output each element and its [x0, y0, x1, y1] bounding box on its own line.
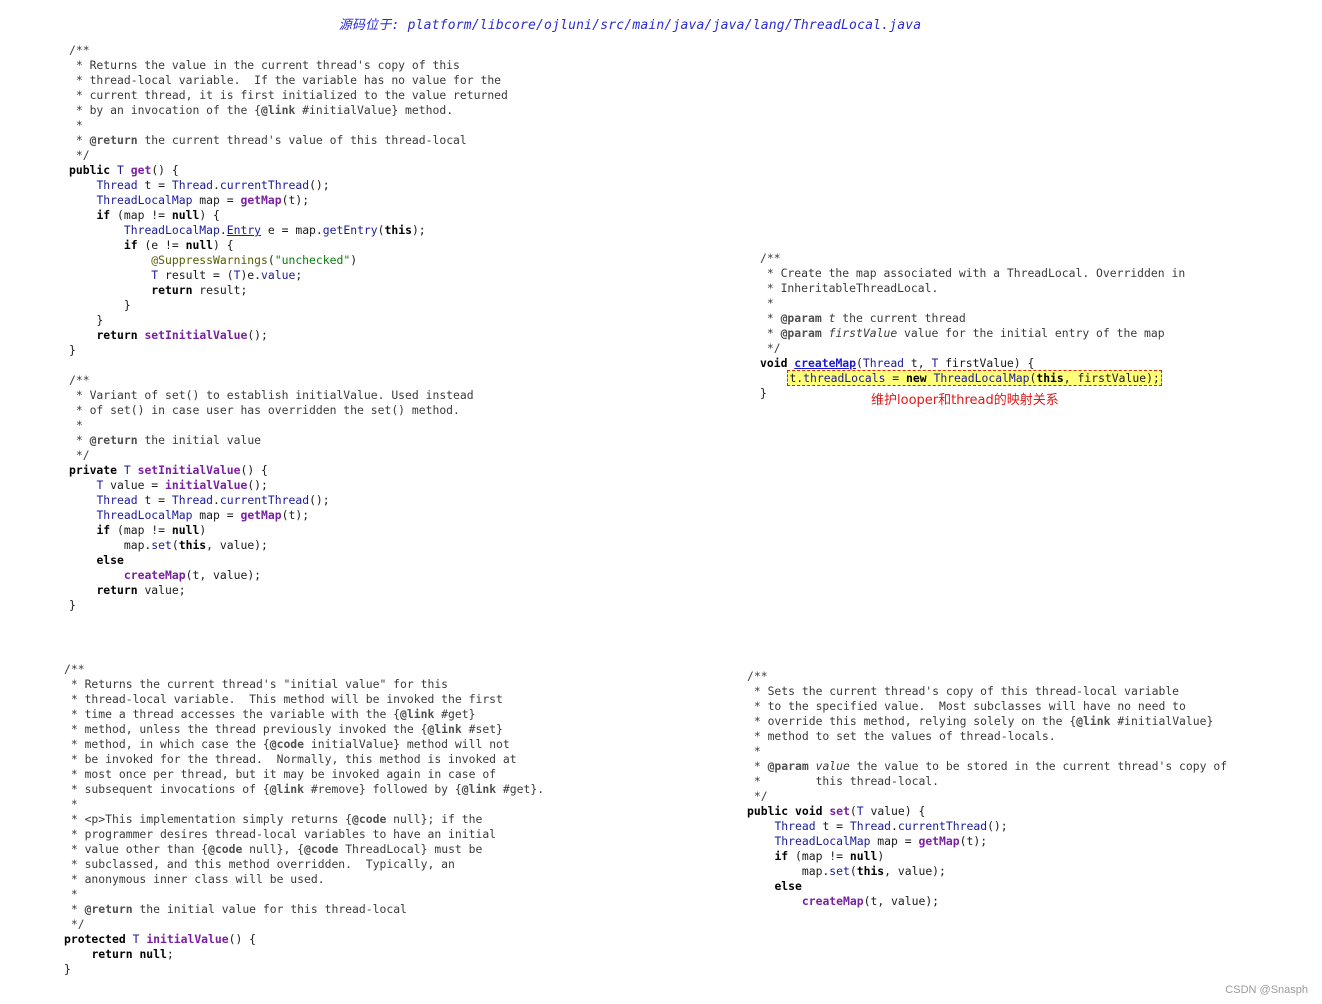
code-line: return setInitialValue();: [96, 328, 268, 342]
code-line: * Sets the current thread's copy of this…: [747, 684, 1180, 698]
code-line: * method, unless the thread previously i…: [64, 722, 503, 736]
code-line: * most once per thread, but it may be in…: [64, 767, 497, 781]
code-line: /**: [760, 251, 781, 265]
code-line: map.set(this, value);: [747, 864, 946, 878]
code-line: * @param value the value to be stored in…: [747, 759, 1228, 773]
code-line: if (map != null) {: [96, 208, 220, 222]
code-line: T result = (T)e.value;: [151, 268, 303, 282]
code-line: /**: [747, 669, 768, 683]
code-line: */: [69, 148, 90, 162]
code-line: if (map != null): [774, 849, 885, 863]
code-line: */: [747, 789, 768, 803]
code-line: private T setInitialValue() {: [69, 463, 268, 477]
code-line: * anonymous inner class will be used.: [64, 872, 325, 886]
code-line: * method to set the values of thread-loc…: [747, 729, 1056, 743]
code-line: *: [64, 887, 78, 901]
code-line: else: [774, 879, 802, 893]
code-line: }: [69, 298, 131, 312]
code-line: ThreadLocalMap map = getMap(t);: [774, 834, 988, 848]
code-line: * time a thread accesses the variable wi…: [64, 707, 476, 721]
code-line: return null;: [91, 947, 174, 961]
code-line: * override this method, relying solely o…: [747, 714, 1214, 728]
code-line: * subclassed, and this method overridden…: [64, 857, 455, 871]
annotation-note: 维护looper和thread的映射关系: [871, 393, 1059, 408]
code-line: createMap(t, value);: [801, 894, 940, 908]
code-line: * this thread-local.: [747, 774, 940, 788]
code-line: }: [64, 962, 71, 976]
code-line: * <p>This implementation simply returns …: [64, 812, 483, 826]
code-line: */: [64, 917, 85, 931]
code-block-set-initial-value: /** * Variant of set() to establish init…: [69, 373, 474, 613]
code-line: * by an invocation of the {@link #initia…: [69, 103, 454, 117]
code-line: * thread-local variable. This method wil…: [64, 692, 503, 706]
code-line: *: [69, 118, 83, 132]
code-line: public void set(T value) {: [747, 804, 926, 818]
code-line: Thread t = Thread.currentThread();: [774, 819, 1008, 833]
code-line: */: [760, 341, 781, 355]
code-line: */: [69, 448, 90, 462]
code-line: * programmer desires thread-local variab…: [64, 827, 497, 841]
code-line: *: [69, 418, 83, 432]
code-line: *: [747, 744, 761, 758]
code-block-create-map: /** * Create the map associated with a T…: [760, 251, 1185, 401]
code-line: ThreadLocalMap.Entry e = map.getEntry(th…: [123, 223, 426, 237]
code-line: ThreadLocalMap map = getMap(t);: [96, 193, 310, 207]
code-line: * subsequent invocations of {@link #remo…: [64, 782, 545, 796]
watermark: CSDN @Snasph: [1225, 984, 1308, 996]
code-line: /**: [69, 43, 90, 57]
code-line: @SuppressWarnings("unchecked"): [151, 253, 358, 267]
code-line: Thread t = Thread.currentThread();: [96, 493, 330, 507]
code-line: * @return the initial value: [69, 433, 262, 447]
source-path-header: 源码位于: platform/libcore/ojluni/src/main/j…: [338, 18, 922, 33]
code-line: }: [69, 343, 76, 357]
code-line: * Variant of set() to establish initialV…: [69, 388, 474, 402]
highlight-box: t.threadLocals = new ThreadLocalMap(this…: [787, 370, 1162, 386]
code-line: /**: [69, 373, 90, 387]
code-line: if (e != null) {: [123, 238, 234, 252]
code-block-get: /** * Returns the value in the current t…: [69, 43, 508, 358]
code-line: * @param firstValue value for the initia…: [760, 326, 1165, 340]
code-line: protected T initialValue() {: [64, 932, 257, 946]
code-line: *: [760, 296, 774, 310]
code-line: * current thread, it is first initialize…: [69, 88, 508, 102]
code-line: * be invoked for the thread. Normally, t…: [64, 752, 517, 766]
code-line: * @return the current thread's value of …: [69, 133, 467, 147]
code-line: void createMap(Thread t, T firstValue) {: [760, 356, 1035, 370]
code-line: *: [64, 797, 78, 811]
code-line: * @return the initial value for this thr…: [64, 902, 407, 916]
code-line: /**: [64, 662, 85, 676]
code-line: map.set(this, value);: [69, 538, 268, 552]
code-block-initial-value: /** * Returns the current thread's "init…: [64, 662, 544, 977]
code-line: * Returns the value in the current threa…: [69, 58, 460, 72]
code-line: * to the specified value. Most subclasse…: [747, 699, 1186, 713]
code-line: * of set() in case user has overridden t…: [69, 403, 460, 417]
code-line: * Create the map associated with a Threa…: [760, 266, 1186, 280]
code-line: Thread t = Thread.currentThread();: [96, 178, 330, 192]
code-line: createMap(t, value);: [123, 568, 262, 582]
code-block-set: /** * Sets the current thread's copy of …: [747, 669, 1227, 909]
code-line: }: [69, 313, 104, 327]
code-line-highlighted: t.threadLocals = new ThreadLocalMap(this…: [760, 370, 1185, 386]
code-line: if (map != null): [96, 523, 207, 537]
code-line: * method, in which case the {@code initi…: [64, 737, 510, 751]
code-line: }: [69, 598, 76, 612]
code-line: ThreadLocalMap map = getMap(t);: [96, 508, 310, 522]
code-line: * thread-local variable. If the variable…: [69, 73, 502, 87]
code-line: public T get() {: [69, 163, 179, 177]
code-line: * Returns the current thread's "initial …: [64, 677, 449, 691]
code-line: T value = initialValue();: [96, 478, 268, 492]
code-line: return value;: [96, 583, 186, 597]
code-line: else: [96, 553, 124, 567]
code-line: return result;: [151, 283, 248, 297]
code-line: * InheritableThreadLocal.: [760, 281, 939, 295]
code-line: * value other than {@code null}, {@code …: [64, 842, 483, 856]
code-line: * @param t the current thread: [760, 311, 966, 325]
